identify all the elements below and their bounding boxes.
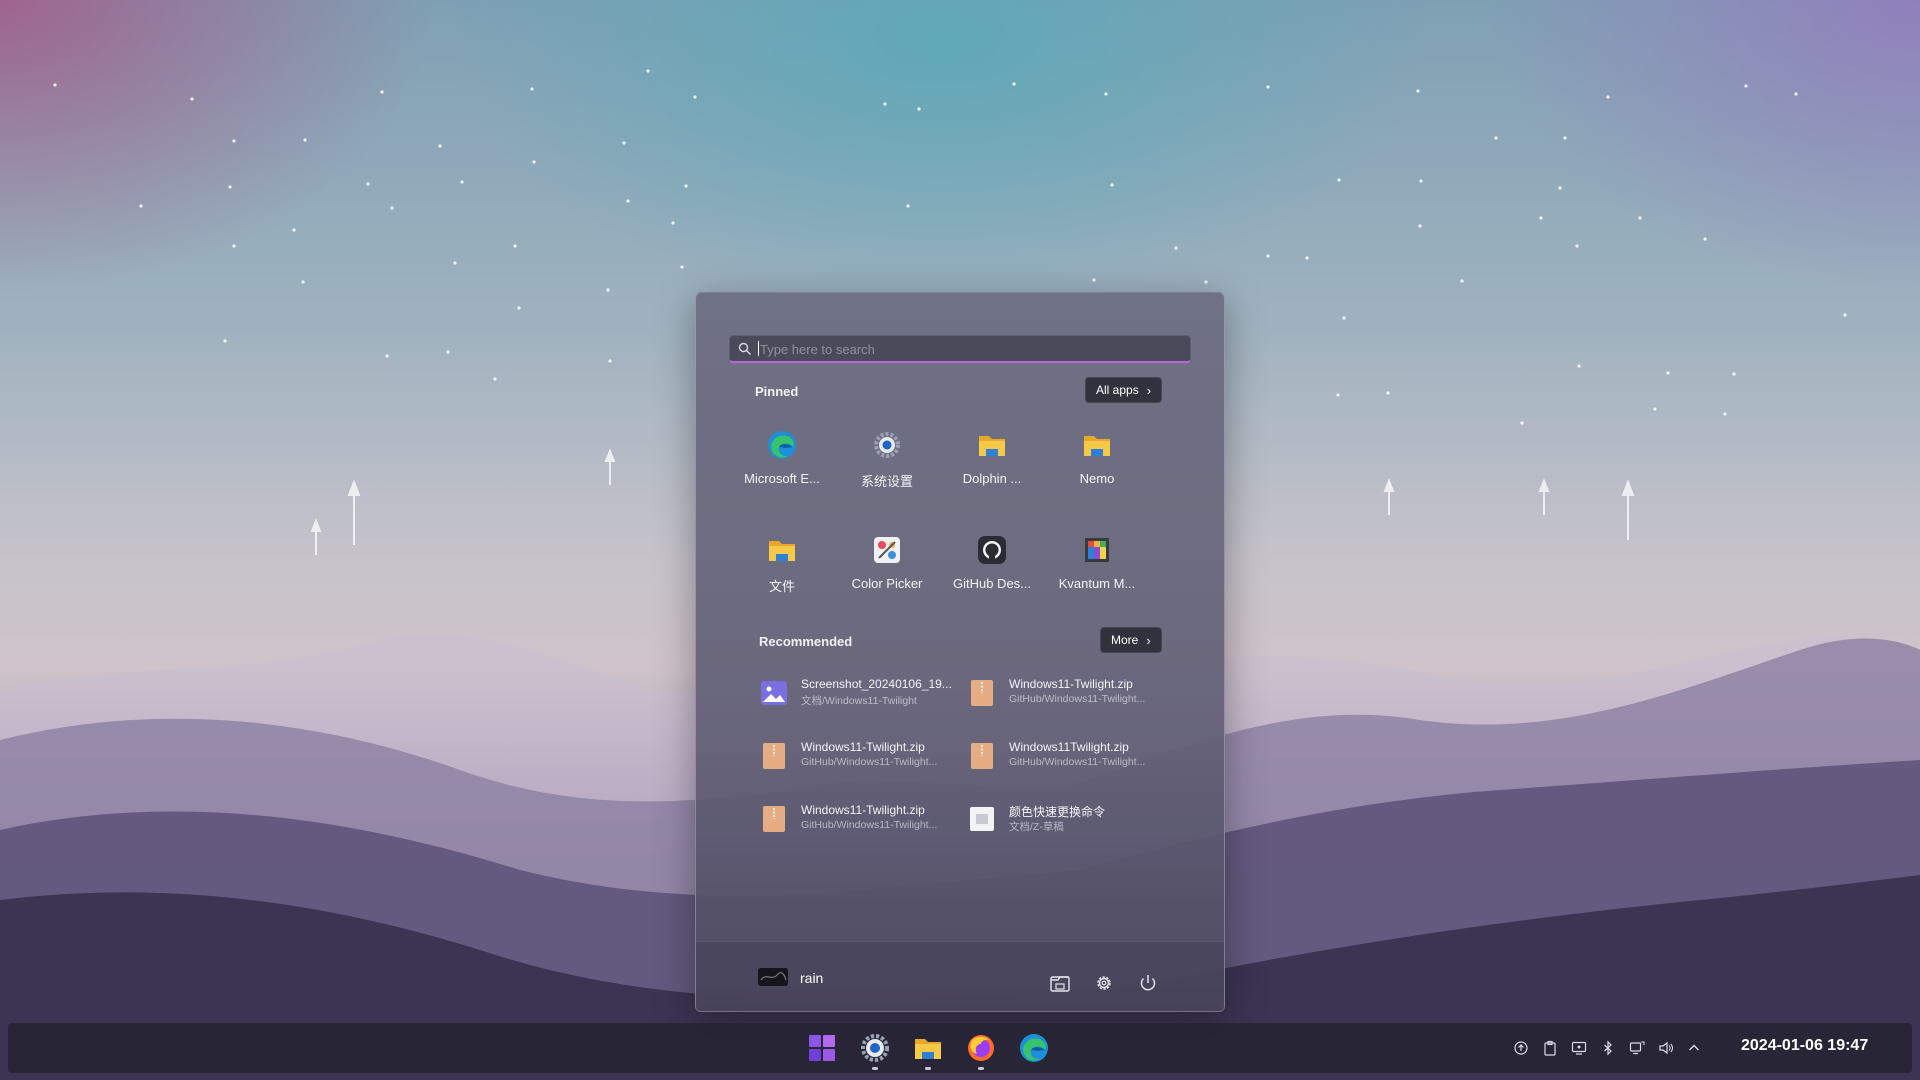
file-explorer-icon[interactable]: [1049, 972, 1071, 994]
start-menu-footer: rain: [696, 941, 1224, 1012]
archive-icon: [763, 743, 785, 769]
app-label: Nemo: [1079, 471, 1115, 486]
item-path: 文档/Z-草稿: [1009, 821, 1064, 833]
recommended-item[interactable]: Windows11-Twilight.zip GitHub/Windows11-…: [754, 728, 959, 780]
pinned-app-dolphin[interactable]: Dolphin ...: [940, 423, 1044, 509]
app-label: Dolphin ...: [962, 471, 1022, 486]
search-box[interactable]: [729, 335, 1191, 363]
folder-icon: [1084, 436, 1110, 456]
app-label: Color Picker: [851, 576, 923, 591]
folder-icon: [979, 436, 1005, 456]
archive-icon: [971, 680, 993, 706]
running-indicator: [925, 1067, 931, 1070]
pinned-app-nemo[interactable]: Nemo: [1045, 423, 1149, 509]
avatar-image-icon: [758, 968, 788, 986]
item-name: Screenshot_20240106_19...: [801, 677, 952, 691]
archive-icon: [763, 806, 785, 832]
recommended-title: Recommended: [759, 634, 853, 649]
pinned-app-github-desktop[interactable]: GitHub Des...: [940, 528, 1044, 614]
clipboard-icon[interactable]: [1542, 1040, 1558, 1056]
recommended-item[interactable]: 颜色快速更换命令 文档/Z-草稿: [962, 791, 1167, 843]
firefox-icon[interactable]: [965, 1032, 997, 1064]
all-apps-label: All apps: [1096, 383, 1139, 397]
chevron-up-icon[interactable]: [1686, 1040, 1702, 1056]
recommended-item[interactable]: Windows11Twilight.zip GitHub/Windows11-T…: [962, 728, 1167, 780]
kvantum-icon: [1085, 538, 1109, 562]
start-menu: Pinned All apps › Microsoft E... 系统设置 Do…: [695, 292, 1225, 1012]
network-icon[interactable]: [1629, 1040, 1645, 1056]
gear-icon[interactable]: [1093, 972, 1115, 994]
user-avatar[interactable]: [758, 968, 788, 986]
edge-icon: [768, 431, 796, 459]
search-icon: [738, 342, 751, 355]
username[interactable]: rain: [800, 970, 823, 986]
app-label: 系统设置: [860, 474, 913, 489]
taskbar-clock[interactable]: 2024-01-06 19:47: [1741, 1037, 1868, 1055]
more-label: More: [1111, 633, 1139, 647]
github-icon: [978, 536, 1006, 564]
chevron-right-icon: ›: [1146, 382, 1152, 398]
edge-icon[interactable]: [1018, 1032, 1050, 1064]
item-path: 文档/Windows11-Twilight: [801, 695, 917, 707]
taskbar: 2024-01-06 19:47: [8, 1023, 1912, 1073]
recommended-item[interactable]: Windows11-Twilight.zip GitHub/Windows11-…: [962, 665, 1167, 717]
recommended-item[interactable]: Screenshot_20240106_19... 文档/Windows11-T…: [754, 665, 959, 717]
volume-icon[interactable]: [1658, 1040, 1674, 1056]
archive-icon: [971, 743, 993, 769]
pinned-app-kvantum-manager[interactable]: Kvantum M...: [1045, 528, 1149, 614]
start-icon[interactable]: [806, 1032, 838, 1064]
app-label: GitHub Des...: [952, 576, 1032, 591]
settings-icon[interactable]: [859, 1032, 891, 1064]
item-path: GitHub/Windows11-Twilight...: [1009, 693, 1146, 705]
text-caret: [758, 341, 759, 356]
all-apps-button[interactable]: All apps ›: [1085, 377, 1163, 403]
item-path: GitHub/Windows11-Twilight...: [1009, 756, 1146, 768]
item-name: Windows11-Twilight.zip: [801, 803, 925, 817]
pinned-title: Pinned: [755, 384, 799, 399]
pinned-app-microsoft-edge[interactable]: Microsoft E...: [730, 423, 834, 509]
running-indicator: [978, 1067, 984, 1070]
file-manager-icon[interactable]: [912, 1032, 944, 1064]
item-name: 颜色快速更换命令: [1009, 805, 1106, 819]
settings-icon: [874, 432, 900, 458]
search-input[interactable]: [758, 336, 1182, 362]
more-button[interactable]: More ›: [1100, 627, 1162, 653]
display-icon[interactable]: [1571, 1040, 1587, 1056]
pinned-app-system-settings[interactable]: 系统设置: [835, 423, 939, 509]
color-picker-icon: [874, 537, 900, 563]
recommended-item[interactable]: Windows11-Twilight.zip GitHub/Windows11-…: [754, 791, 959, 843]
folder-icon: [769, 541, 795, 561]
app-label: Kvantum M...: [1058, 576, 1136, 591]
chevron-right-icon: ›: [1146, 632, 1151, 648]
app-label: 文件: [768, 579, 795, 594]
running-indicator: [872, 1067, 878, 1070]
item-path: GitHub/Windows11-Twilight...: [801, 819, 938, 831]
pinned-app-files[interactable]: 文件: [730, 528, 834, 614]
document-icon: [970, 807, 994, 831]
power-icon[interactable]: [1137, 972, 1159, 994]
item-path: GitHub/Windows11-Twilight...: [801, 756, 938, 768]
bluetooth-icon[interactable]: [1600, 1040, 1616, 1056]
pinned-app-color-picker[interactable]: Color Picker: [835, 528, 939, 614]
item-name: Windows11-Twilight.zip: [801, 740, 925, 754]
item-name: Windows11Twilight.zip: [1009, 740, 1129, 754]
item-name: Windows11-Twilight.zip: [1009, 677, 1133, 691]
update-icon[interactable]: [1513, 1040, 1529, 1056]
app-label: Microsoft E...: [744, 471, 820, 486]
image-file-icon: [761, 681, 787, 705]
